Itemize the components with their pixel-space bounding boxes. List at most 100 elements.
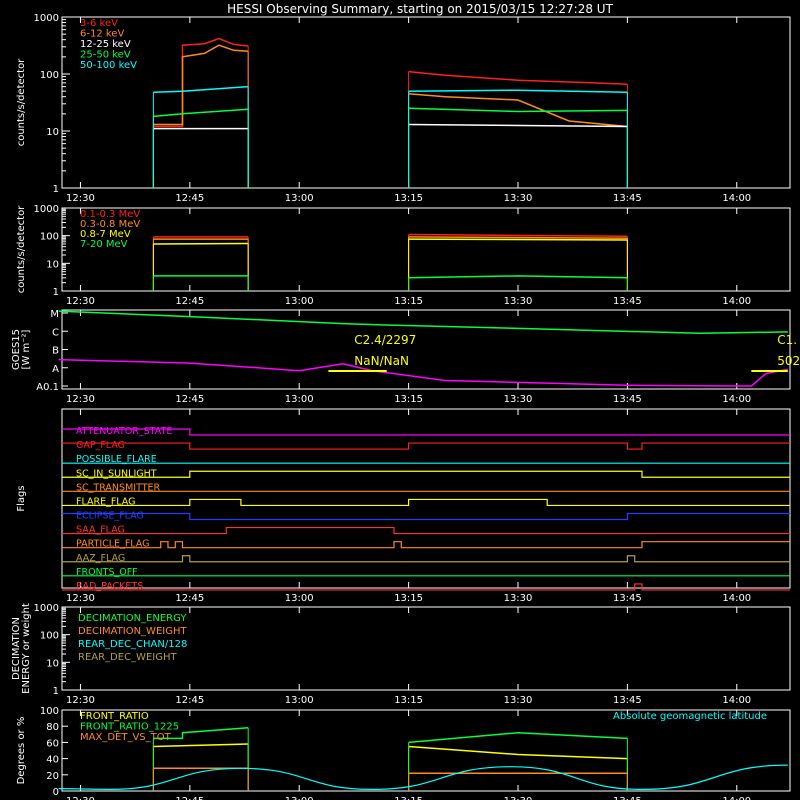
panel4-xtick-label: 13:30 <box>504 593 533 604</box>
panel2-ytick-label: 100 <box>40 232 59 243</box>
panel3-xtick-label: 13:45 <box>613 394 642 405</box>
panel5-legend-item: DECIMATION_WEIGHT <box>78 626 187 637</box>
panel1-xtick-label: 14:00 <box>722 193 751 204</box>
panel5-xtick-label: 13:00 <box>285 695 314 706</box>
panel1-legend-item: 50-100 keV <box>80 60 137 71</box>
figure-title: HESSI Observing Summary, starting on 201… <box>227 2 613 16</box>
panel4-flag-label: BAD_PACKETS <box>76 581 143 592</box>
panel3-ytick-label: C <box>52 327 59 338</box>
panel1-legend-item: 12-25 keV <box>80 39 131 50</box>
panel4-flag-label: SC_IN_SUNLIGHT <box>76 468 157 479</box>
panel6-ytick-label: 20 <box>46 771 59 782</box>
panel2-ytick-label: 1000 <box>34 204 59 215</box>
panel5-xtick-label: 12:30 <box>66 695 95 706</box>
panel3-ytick-label: A <box>52 364 59 375</box>
panel1-xtick-label: 12:45 <box>175 193 204 204</box>
panel6-ylabel: Degrees or % <box>16 717 27 785</box>
panel6-legend-item: FRONT_RATIO_1225 <box>80 722 179 733</box>
panel2-legend-item: 7-20 MeV <box>80 239 128 250</box>
panel1-xtick-label: 12:30 <box>66 193 95 204</box>
panel5-legend-item: REAR_DEC_WEIGHT <box>78 652 177 663</box>
panel3-xtick-label: 12:45 <box>175 394 204 405</box>
panel1-xtick-label: 13:45 <box>613 193 642 204</box>
panel3-xtick-label: 12:30 <box>66 394 95 405</box>
panel1-ytick-label: 1 <box>53 184 59 195</box>
panel2-series-line <box>153 242 249 245</box>
panel6-xtick-label: 12:30 <box>66 796 95 800</box>
panel1-xtick-label: 13:30 <box>504 193 533 204</box>
panel5-ylabel: ENERGY or weight <box>21 603 32 694</box>
panel3-annotation: C1. <box>777 333 797 347</box>
panel4-flag-label: PARTICLE_FLAG <box>76 539 149 550</box>
panel1-xtick-label: 13:00 <box>285 193 314 204</box>
panel5-xtick-label: 12:45 <box>175 695 204 706</box>
panel2-xtick-label: 12:30 <box>66 296 95 307</box>
panel4-flag-label: FLARE_FLAG <box>76 496 136 507</box>
panel5-legend-item: DECIMATION_ENERGY <box>78 613 187 624</box>
panel1-ytick-label: 100 <box>40 70 59 81</box>
panel4-ylabel: Flags <box>16 485 27 511</box>
panel6-xtick-label: 12:45 <box>175 796 204 800</box>
panel5-ytick-label: 1000 <box>34 603 59 614</box>
panel5-ytick-label: 1 <box>53 686 59 697</box>
panel6-xtick-label: 13:45 <box>613 796 642 800</box>
panel1-ytick-label: 10 <box>46 127 59 138</box>
panel1-legend-item: 3-6 keV <box>80 18 118 29</box>
panel6-xtick-label: 13:30 <box>504 796 533 800</box>
panel2-xtick-label: 14:00 <box>722 296 751 307</box>
panel1-ytick-label: 1000 <box>34 13 59 24</box>
panel2-ytick-label: 1 <box>53 287 59 298</box>
panel4-xtick-label: 14:00 <box>722 593 751 604</box>
panel3-xtick-label: 13:30 <box>504 394 533 405</box>
panel1-ylabel: counts/s/detector <box>16 58 27 146</box>
panel3-ylabel: [W m⁻²] <box>21 329 32 369</box>
panel4-flag-label: SAA_FLAG <box>76 525 125 536</box>
panel2-series-line <box>408 238 628 241</box>
panel2-xtick-label: 13:30 <box>504 296 533 307</box>
panel3-annotation: C2.4/2297 <box>354 333 416 347</box>
panel2-ytick-label: 10 <box>46 259 59 270</box>
panel4-xtick-label: 12:45 <box>175 593 204 604</box>
hessi-summary-figure: HESSI Observing Summary, starting on 201… <box>0 0 800 800</box>
panel4-flag-label: SC_TRANSMITTER <box>76 482 161 493</box>
panel4-flag-label: GAP_FLAG <box>76 440 125 451</box>
panel5-ytick-label: 100 <box>40 631 59 642</box>
panel5-ytick-label: 10 <box>46 658 59 669</box>
panel6-ytick-label: 40 <box>46 755 59 766</box>
panel2-ylabel: counts/s/detector <box>16 205 27 293</box>
panel2-xtick-label: 12:45 <box>175 296 204 307</box>
panel3-xtick-label: 13:00 <box>285 394 314 405</box>
panel3-xtick-label: 14:00 <box>722 394 751 405</box>
panel5-legend-item: REAR_DEC_CHAN/128 <box>78 639 187 650</box>
panel3-annotation: 502 <box>777 354 800 368</box>
panel4-flag-label: POSSIBLE_FLARE <box>76 454 157 465</box>
panel5-xtick-label: 14:00 <box>722 695 751 706</box>
panel4-flag-label: ECLIPSE_FLAG <box>76 511 144 522</box>
panel4-xtick-label: 13:45 <box>613 593 642 604</box>
panel1-legend-item: 6-12 keV <box>80 29 124 40</box>
panel1-legend-item: 25-50 keV <box>80 50 131 61</box>
panel6-xtick-label: 14:00 <box>722 796 751 800</box>
panel6-legend-item: FRONT_RATIO <box>80 711 149 722</box>
panel1-xtick-label: 13:15 <box>394 193 423 204</box>
panel3-xtick-label: 13:15 <box>394 394 423 405</box>
panel3-ytick-label: B <box>52 346 59 357</box>
panel2-xtick-label: 13:00 <box>285 296 314 307</box>
panel6-ytick-label: 100 <box>40 706 59 717</box>
panel4-flag-label: FRONTS_OFF <box>76 567 138 578</box>
panel4-xtick-label: 13:15 <box>394 593 423 604</box>
panel6-ytick-label: 60 <box>46 738 59 749</box>
panel3-ytick-label: M <box>50 309 59 320</box>
panel4-flag-label: AAZ_FLAG <box>76 553 125 564</box>
panel3-annotation: NaN/NaN <box>354 354 409 368</box>
panel6-xtick-label: 13:15 <box>394 796 423 800</box>
panel6-legend-item: MAX_DET_VS_TOT <box>80 732 172 743</box>
panel5-xtick-label: 13:45 <box>613 695 642 706</box>
panel5-xtick-label: 13:15 <box>394 695 423 706</box>
panel3-ytick-label: A0.1 <box>36 382 59 393</box>
panel6-annotation: Absolute geomagnetic latitude <box>613 711 767 722</box>
panel2-xtick-label: 13:45 <box>613 296 642 307</box>
panel5-xtick-label: 13:30 <box>504 695 533 706</box>
panel4-xtick-label: 12:30 <box>66 593 95 604</box>
panel6-ytick-label: 80 <box>46 722 59 733</box>
